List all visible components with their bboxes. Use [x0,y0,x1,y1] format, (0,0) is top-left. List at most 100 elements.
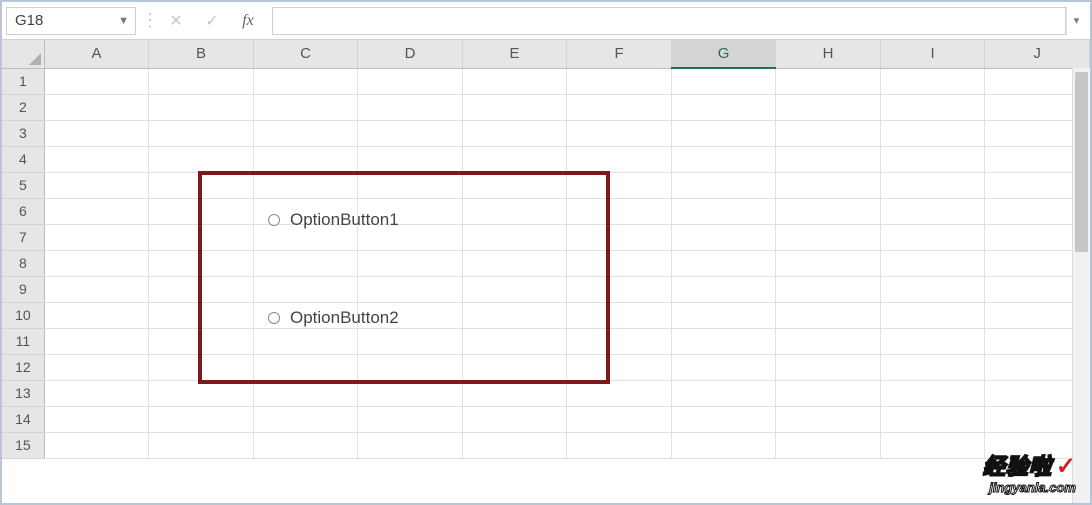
cell-A2[interactable] [44,94,149,120]
cell-G6[interactable] [671,198,776,224]
name-box[interactable]: G18 ▼ [6,7,136,35]
cell-I14[interactable] [880,406,985,432]
option-button-1[interactable]: OptionButton1 [268,210,399,230]
cell-A15[interactable] [44,432,149,458]
chevron-down-icon[interactable]: ▼ [118,15,129,27]
cell-D8[interactable] [358,250,463,276]
column-header-a[interactable]: A [44,40,149,68]
cell-D4[interactable] [358,146,463,172]
cell-I4[interactable] [880,146,985,172]
cell-H10[interactable] [776,302,881,328]
cell-B15[interactable] [149,432,254,458]
column-header-i[interactable]: I [880,40,985,68]
cell-F11[interactable] [567,328,672,354]
cell-G3[interactable] [671,120,776,146]
cell-A11[interactable] [44,328,149,354]
cell-C8[interactable] [253,250,358,276]
cell-I2[interactable] [880,94,985,120]
cell-C14[interactable] [253,406,358,432]
row-header-12[interactable]: 12 [2,354,44,380]
vertical-scrollbar[interactable] [1072,68,1090,503]
formula-input[interactable] [272,7,1066,35]
cell-E7[interactable] [462,224,567,250]
cell-A8[interactable] [44,250,149,276]
cell-E15[interactable] [462,432,567,458]
cell-B13[interactable] [149,380,254,406]
cell-H9[interactable] [776,276,881,302]
cell-E8[interactable] [462,250,567,276]
cell-G10[interactable] [671,302,776,328]
cell-F7[interactable] [567,224,672,250]
cell-F6[interactable] [567,198,672,224]
cell-H14[interactable] [776,406,881,432]
cell-B5[interactable] [149,172,254,198]
cell-F5[interactable] [567,172,672,198]
column-header-d[interactable]: D [358,40,463,68]
cell-H11[interactable] [776,328,881,354]
cell-A13[interactable] [44,380,149,406]
cell-A10[interactable] [44,302,149,328]
cell-E4[interactable] [462,146,567,172]
cell-G15[interactable] [671,432,776,458]
cell-F15[interactable] [567,432,672,458]
cell-E14[interactable] [462,406,567,432]
cell-A12[interactable] [44,354,149,380]
cell-I15[interactable] [880,432,985,458]
cell-H7[interactable] [776,224,881,250]
cell-G7[interactable] [671,224,776,250]
cell-H1[interactable] [776,68,881,94]
cell-G13[interactable] [671,380,776,406]
cell-F4[interactable] [567,146,672,172]
scrollbar-thumb[interactable] [1075,72,1088,252]
cell-E9[interactable] [462,276,567,302]
cell-B14[interactable] [149,406,254,432]
cell-I11[interactable] [880,328,985,354]
cell-G8[interactable] [671,250,776,276]
cell-G2[interactable] [671,94,776,120]
cell-E2[interactable] [462,94,567,120]
column-header-b[interactable]: B [149,40,254,68]
row-header-10[interactable]: 10 [2,302,44,328]
cell-D2[interactable] [358,94,463,120]
cell-B2[interactable] [149,94,254,120]
cell-C15[interactable] [253,432,358,458]
cell-H5[interactable] [776,172,881,198]
enter-button[interactable]: ✓ [194,7,230,35]
cell-I13[interactable] [880,380,985,406]
cell-I7[interactable] [880,224,985,250]
cell-C4[interactable] [253,146,358,172]
cell-I3[interactable] [880,120,985,146]
column-header-e[interactable]: E [462,40,567,68]
cell-C9[interactable] [253,276,358,302]
cell-D14[interactable] [358,406,463,432]
cell-G5[interactable] [671,172,776,198]
cell-H6[interactable] [776,198,881,224]
cell-I10[interactable] [880,302,985,328]
cell-D13[interactable] [358,380,463,406]
row-header-9[interactable]: 9 [2,276,44,302]
cell-B8[interactable] [149,250,254,276]
cell-C5[interactable] [253,172,358,198]
row-header-7[interactable]: 7 [2,224,44,250]
cell-B1[interactable] [149,68,254,94]
column-header-f[interactable]: F [567,40,672,68]
cell-E5[interactable] [462,172,567,198]
cell-D1[interactable] [358,68,463,94]
cell-C12[interactable] [253,354,358,380]
cell-A3[interactable] [44,120,149,146]
cell-E12[interactable] [462,354,567,380]
row-header-11[interactable]: 11 [2,328,44,354]
cell-A9[interactable] [44,276,149,302]
cell-G4[interactable] [671,146,776,172]
cell-I12[interactable] [880,354,985,380]
select-all-button[interactable] [2,40,44,68]
cell-A7[interactable] [44,224,149,250]
cell-E13[interactable] [462,380,567,406]
cell-B11[interactable] [149,328,254,354]
cell-G9[interactable] [671,276,776,302]
cell-B7[interactable] [149,224,254,250]
cell-G12[interactable] [671,354,776,380]
row-header-1[interactable]: 1 [2,68,44,94]
expand-formula-bar-button[interactable]: ▾ [1066,7,1086,35]
row-header-2[interactable]: 2 [2,94,44,120]
